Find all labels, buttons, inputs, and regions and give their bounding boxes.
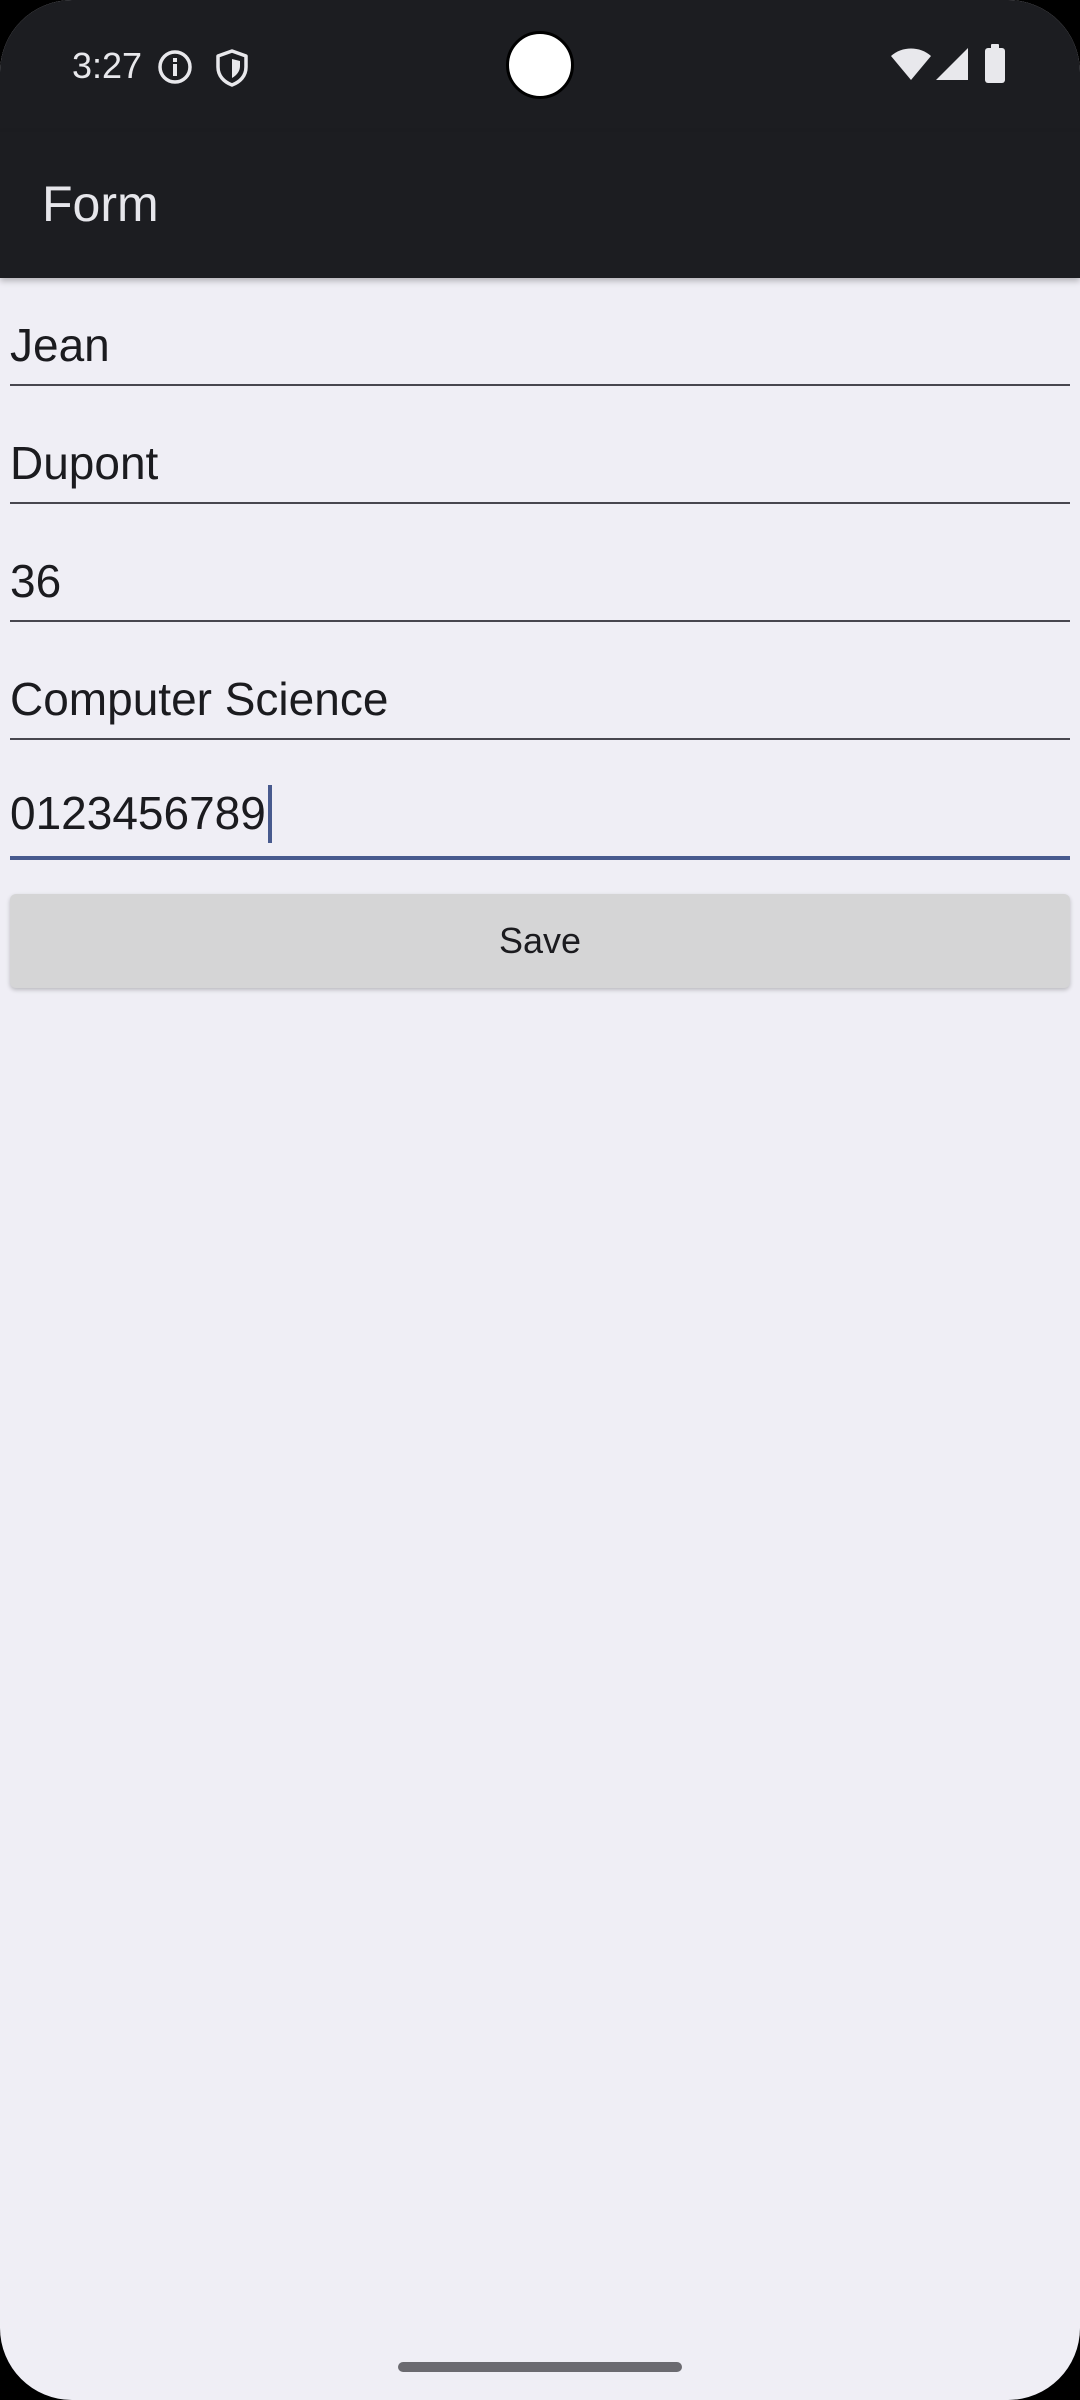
status-bar: 3:27 bbox=[0, 0, 1080, 132]
text-cursor bbox=[267, 785, 272, 843]
last-name-value: Dupont bbox=[10, 437, 159, 489]
app-title: Form bbox=[42, 176, 159, 232]
age-value: 36 bbox=[10, 555, 62, 607]
field-of-study-value: Computer Science bbox=[10, 673, 389, 725]
wifi-icon bbox=[890, 46, 932, 87]
last-name-field[interactable]: Dupont bbox=[10, 424, 1070, 504]
app-bar: Form bbox=[0, 132, 1080, 278]
age-field[interactable]: 36 bbox=[10, 542, 1070, 622]
phone-value: 0123456789 bbox=[10, 787, 266, 840]
last-name-underline bbox=[10, 502, 1070, 504]
save-button[interactable]: Save bbox=[10, 894, 1070, 988]
info-icon bbox=[156, 48, 194, 91]
front-camera bbox=[506, 31, 574, 99]
field-of-study-underline bbox=[10, 738, 1070, 740]
field-of-study-field[interactable]: Computer Science bbox=[10, 660, 1070, 740]
age-underline bbox=[10, 620, 1070, 622]
status-time: 3:27 bbox=[72, 45, 143, 86]
first-name-value: Jean bbox=[10, 319, 110, 371]
first-name-field[interactable]: Jean bbox=[10, 306, 1070, 386]
app-screen: 3:27 Form Jean Dupont 36 Computer Scienc… bbox=[0, 0, 1080, 2400]
phone-underline bbox=[10, 856, 1070, 860]
phone-value-wrapper: 0123456789 bbox=[10, 785, 272, 846]
battery-icon bbox=[984, 44, 1006, 89]
phone-field[interactable]: 0123456789 bbox=[10, 780, 1070, 860]
cellular-signal-icon bbox=[934, 46, 970, 87]
gesture-nav-handle[interactable] bbox=[398, 2362, 682, 2372]
shield-icon bbox=[214, 48, 250, 93]
first-name-underline bbox=[10, 384, 1070, 386]
